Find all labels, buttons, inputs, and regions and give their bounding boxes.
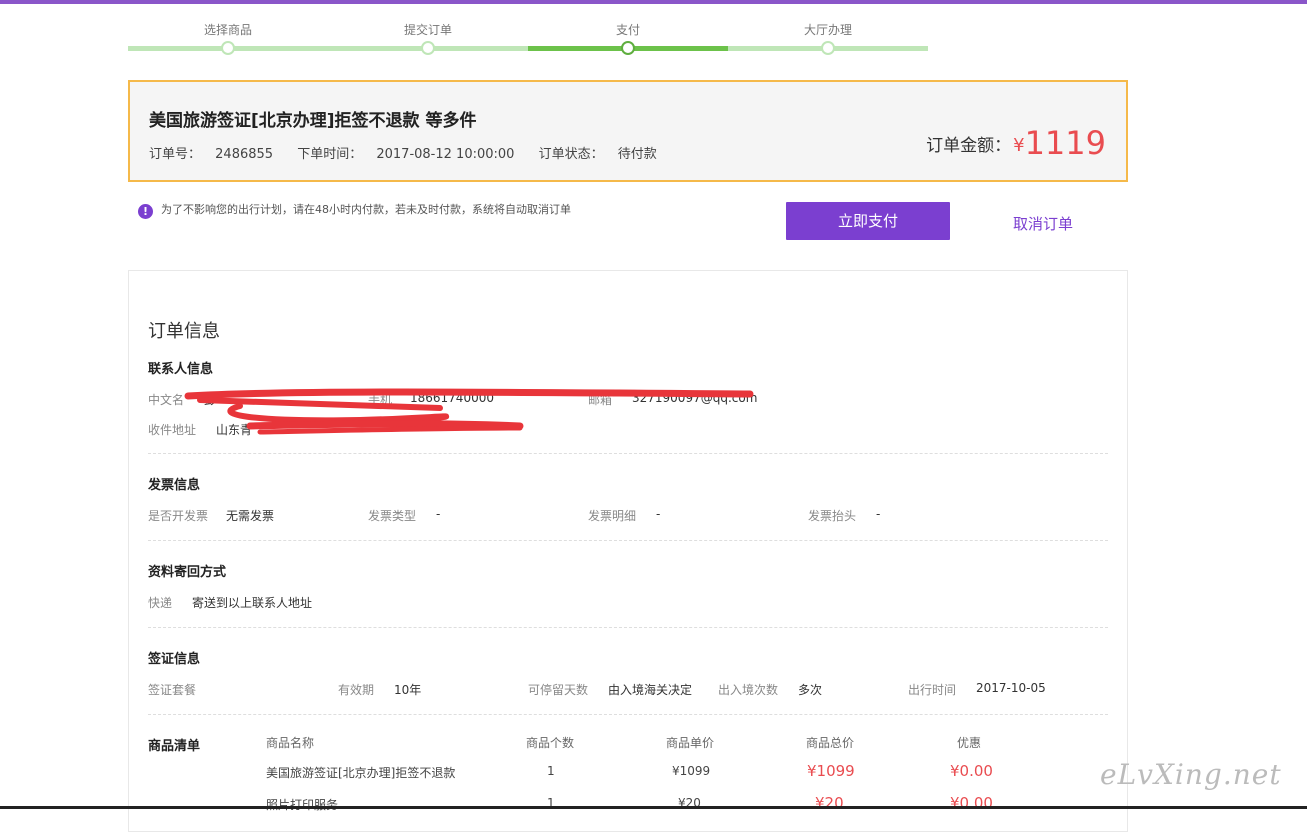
step-dot	[221, 41, 235, 55]
goods-header-discount: 优惠	[957, 736, 982, 750]
cancel-order-link[interactable]: 取消订单	[1013, 213, 1073, 234]
goods-header-name: 商品名称	[266, 736, 315, 750]
goods-row-1-total: ¥1099	[807, 762, 855, 780]
step-submit-order: 提交订单	[328, 20, 528, 60]
amount-value: 1119	[1024, 124, 1106, 162]
visa-travel-value: 2017-10-05	[976, 681, 1046, 695]
section-divider	[148, 714, 1108, 715]
redaction-scribble	[184, 388, 754, 435]
goods-row-1-unit-price: ¥1099	[672, 764, 711, 778]
goods-row-2-discount: ¥0.00	[950, 794, 993, 812]
order-title: 美国旅游签证[北京办理]拒签不退款 等多件	[149, 111, 477, 131]
visa-stay-value: 由入境海关决定	[608, 683, 693, 697]
section-divider	[148, 453, 1108, 454]
order-meta: 订单号： 2486855 下单时间： 2017-08-12 10:00:00 订…	[149, 143, 657, 162]
step-hall: 大厅办理	[728, 20, 928, 60]
goods-header-count: 商品个数	[526, 736, 575, 750]
visa-package-label: 签证套餐	[148, 683, 197, 697]
step-label: 提交订单	[403, 23, 452, 37]
currency-symbol: ¥	[1013, 135, 1025, 156]
notice-text: 为了不影响您的出行计划，请在48小时内付款，若未及时付款，系统将自动取消订单	[161, 203, 571, 216]
invoice-type-value: -	[436, 507, 441, 521]
invoice-detail-label: 发票明细	[588, 509, 637, 523]
invoice-section-title: 发票信息	[148, 478, 201, 493]
order-status-label: 订单状态：	[538, 147, 604, 162]
watermark: eLvXing.net	[1100, 758, 1282, 791]
visa-validity-value: 10年	[394, 683, 422, 697]
step-dot-current	[621, 41, 635, 55]
goods-header-unit-price: 商品单价	[666, 736, 715, 750]
goods-header-total-price: 商品总价	[806, 736, 855, 750]
invoice-detail-value: -	[656, 507, 661, 521]
visa-entries-value: 多次	[798, 683, 823, 697]
order-amount: 订单金额： ¥1119	[926, 124, 1106, 162]
step-dot	[421, 41, 435, 55]
step-pay: 支付	[528, 20, 728, 60]
mail-method-label: 快递	[148, 596, 173, 610]
visa-entries-label: 出入境次数	[718, 683, 779, 697]
step-select-goods: 选择商品	[128, 20, 328, 60]
invoice-head-label: 发票抬头	[808, 509, 857, 523]
top-accent-bar	[0, 0, 1307, 4]
payment-notice: ! 为了不影响您的出行计划，请在48小时内付款，若未及时付款，系统将自动取消订单	[138, 201, 571, 219]
order-time: 2017-08-12 10:00:00	[376, 147, 515, 162]
step-label: 选择商品	[203, 23, 252, 37]
step-label: 支付	[615, 23, 640, 37]
order-time-label: 下单时间：	[297, 147, 363, 162]
visa-validity-label: 有效期	[338, 683, 375, 697]
order-no: 2486855	[215, 147, 274, 162]
pay-now-button[interactable]: 立即支付	[786, 202, 950, 240]
step-dot	[821, 41, 835, 55]
name-label: 中文名	[148, 393, 185, 407]
invoice-type-label: 发票类型	[368, 509, 417, 523]
invoice-head-value: -	[876, 507, 881, 521]
contact-section-title: 联系人信息	[148, 362, 214, 377]
invoice-need-label: 是否开发票	[148, 509, 209, 523]
mail-method-value: 寄送到以上联系人地址	[192, 596, 313, 610]
amount-label: 订单金额：	[926, 136, 1012, 156]
section-divider	[148, 540, 1108, 541]
goods-row-1-name: 美国旅游签证[北京办理]拒签不退款	[266, 766, 456, 780]
visa-travel-label: 出行时间	[908, 683, 957, 697]
goods-row-2-total: ¥20	[815, 794, 844, 812]
invoice-need-value: 无需发票	[226, 509, 275, 523]
section-divider	[148, 627, 1108, 628]
mail-section-title: 资料寄回方式	[148, 565, 227, 580]
exclamation-icon: !	[138, 204, 153, 219]
order-no-label: 订单号：	[149, 147, 202, 162]
order-status: 待付款	[617, 147, 657, 162]
goods-row-1-discount: ¥0.00	[950, 762, 993, 780]
goods-row-1-count: 1	[547, 764, 555, 778]
visa-stay-label: 可停留天数	[528, 683, 589, 697]
details-title: 订单信息	[148, 321, 220, 342]
progress-stepper: 选择商品 提交订单 支付 大厅办理	[128, 20, 928, 60]
goods-section-title: 商品清单	[148, 739, 201, 754]
order-summary-box: 美国旅游签证[北京办理]拒签不退款 等多件 订单号： 2486855 下单时间：…	[128, 80, 1128, 182]
goods-row-2-name: 照片打印服务	[266, 798, 339, 812]
step-label: 大厅办理	[803, 23, 852, 37]
visa-section-title: 签证信息	[148, 652, 201, 667]
